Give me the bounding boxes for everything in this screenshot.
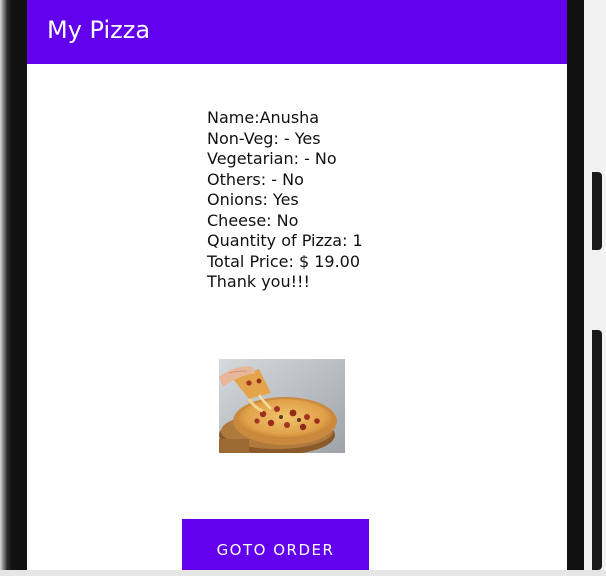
device-frame: My Pizza Name:Anusha Non-Veg: - Yes Vege… xyxy=(0,0,606,576)
summary-cheese: Cheese: No xyxy=(207,210,299,230)
power-button xyxy=(592,330,602,570)
goto-order-button[interactable]: GOTO ORDER xyxy=(182,519,369,570)
summary-name: Name:Anusha xyxy=(207,108,320,127)
volume-button xyxy=(592,172,602,250)
summary-non-veg: Non-Veg: - Yes xyxy=(207,128,321,148)
app-bar: My Pizza xyxy=(27,0,567,64)
app-screen: My Pizza Name:Anusha Non-Veg: - Yes Vege… xyxy=(27,0,567,570)
pizza-photo xyxy=(219,359,345,453)
order-summary: Name:Anusha Non-Veg: - Yes Vegetarian: -… xyxy=(207,108,363,293)
app-title: My Pizza xyxy=(47,16,151,44)
summary-onions: Onions: Yes xyxy=(207,190,299,209)
summary-total-price: Total Price: $ 19.00 xyxy=(207,251,361,271)
bottom-strip xyxy=(0,570,606,576)
phone-edge xyxy=(0,0,12,576)
summary-quantity: Quantity of Pizza: 1 xyxy=(207,231,363,250)
summary-others: Others: - No xyxy=(207,169,304,189)
pizza-illustration xyxy=(219,359,345,453)
summary-vegetarian: Vegetarian: - No xyxy=(207,149,337,168)
summary-thank-you: Thank you!!! xyxy=(207,272,310,291)
